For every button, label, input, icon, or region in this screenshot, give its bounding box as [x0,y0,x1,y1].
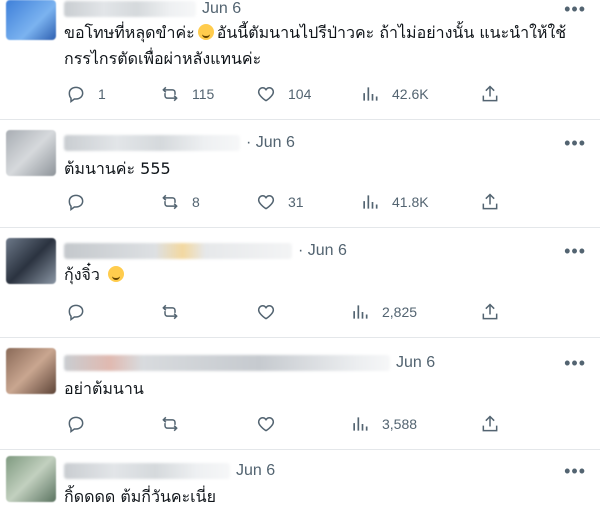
author-name-blurred[interactable] [64,243,292,259]
reply-text: กิ้ดดดด ต้มกี่วันคะเนี่ย [64,487,216,506]
views-button[interactable]: 3,588 [350,412,417,436]
views-icon [353,305,368,319]
reply-item[interactable]: Jun 6 ••• ขอโทษที่หลุดขำค่ะ อันนี้ตัมนานไ… [0,0,600,120]
avatar[interactable] [6,456,56,502]
avatar[interactable] [6,130,56,176]
reply-text: ต้มนานค่ะ 555 [64,159,171,178]
repost-icon [162,416,178,432]
share-icon [482,415,498,432]
author-name-blurred[interactable] [64,463,230,479]
more-icon[interactable]: ••• [564,134,586,152]
reply-date[interactable]: · Jun 6 [246,134,295,152]
repost-button[interactable]: 115 [160,82,214,106]
views-icon [363,195,378,209]
heart-icon [257,194,275,210]
reply-text: ขอโทษที่หลุดขำค่ะ อันนี้ตัมนานไปรีป่าวคะ … [64,23,567,68]
reply-button[interactable]: 1 [66,82,106,106]
views-button[interactable]: 41.8K [360,190,429,214]
more-icon[interactable]: ••• [564,0,586,18]
reply-text: อย่าต้มนาน [64,379,144,398]
repost-icon [162,86,178,102]
views-icon [363,87,378,101]
like-button[interactable] [256,412,276,436]
sweat-smile-emoji-icon [197,24,214,40]
author-name-blurred[interactable] [64,1,196,17]
reply-date[interactable]: Jun 6 [202,0,241,18]
share-button[interactable] [480,412,500,436]
reply-item[interactable]: Jun 6 ••• อย่าต้มนาน 3,588 [0,338,600,450]
like-button[interactable] [256,300,276,324]
share-icon [482,193,498,210]
reply-icon [68,304,84,321]
share-icon [482,303,498,320]
repost-icon [162,194,178,210]
reply-item[interactable]: Jun 6 ••• กิ้ดดดด ต้มกี่วันคะเนี่ย [0,450,600,520]
reply-icon [68,416,84,433]
reply-icon [68,86,84,103]
reply-item[interactable]: · Jun 6 ••• กุ้งจิ๋ว 2,825 [0,228,600,338]
action-bar: 2,825 [64,300,504,324]
more-icon[interactable]: ••• [564,354,586,372]
heart-icon [257,304,275,320]
reply-button[interactable] [66,300,86,324]
author-name-blurred[interactable] [64,135,240,151]
reply-button[interactable] [66,190,98,214]
repost-button[interactable] [160,300,180,324]
reply-date[interactable]: Jun 6 [236,462,275,480]
views-button[interactable]: 2,825 [350,300,417,324]
more-icon[interactable]: ••• [564,242,586,260]
avatar[interactable] [6,238,56,284]
repost-button[interactable] [160,412,180,436]
share-button[interactable] [480,190,500,214]
action-bar: 3,588 [64,412,504,436]
share-button[interactable] [480,300,500,324]
action-bar: 8 31 41.8K [64,190,504,214]
reply-text: กุ้งจิ๋ว [64,262,127,288]
grinning-squinting-emoji-icon [107,266,124,282]
avatar[interactable] [6,348,56,394]
share-button[interactable] [480,82,500,106]
reply-date[interactable]: · Jun 6 [298,242,347,260]
action-bar: 1 115 104 42.6K [64,82,504,106]
views-button[interactable]: 42.6K [360,82,429,106]
like-button[interactable]: 104 [256,82,311,106]
reply-icon [68,194,84,211]
heart-icon [257,416,275,432]
like-button[interactable]: 31 [256,190,304,214]
author-name-blurred[interactable] [64,355,390,371]
avatar[interactable] [6,0,56,40]
more-icon[interactable]: ••• [564,462,586,480]
reply-date[interactable]: Jun 6 [396,354,435,372]
share-icon [482,85,498,102]
reply-button[interactable] [66,412,86,436]
repost-button[interactable]: 8 [160,190,200,214]
repost-icon [162,304,178,320]
views-icon [353,417,368,431]
heart-icon [257,86,275,102]
reply-item[interactable]: · Jun 6 ••• ต้มนานค่ะ 555 8 31 41.8K [0,120,600,228]
